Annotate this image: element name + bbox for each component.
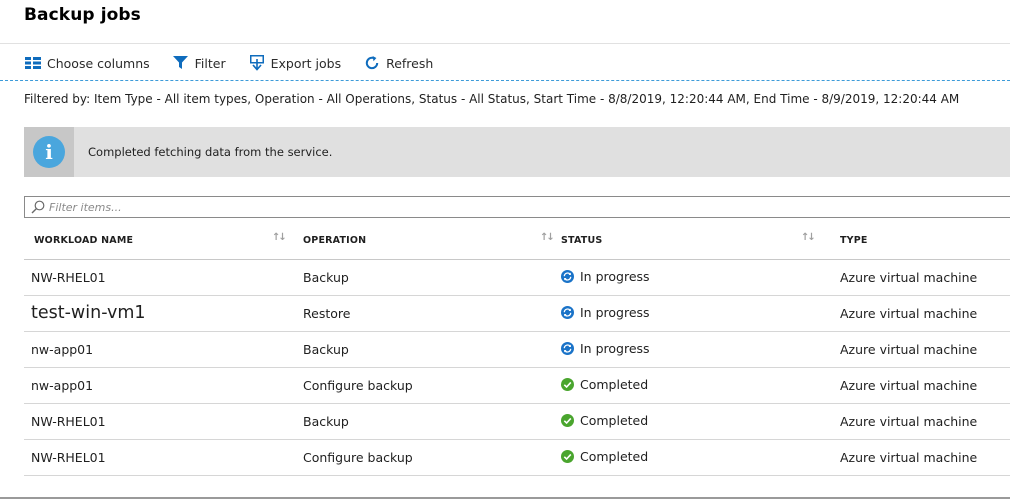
info-message: Completed fetching data from the service…	[88, 145, 333, 159]
export-icon	[248, 54, 266, 72]
table-row[interactable]: nw-app01 Configure backup Completed Azur…	[24, 367, 1010, 404]
operation-cell: Configure backup	[293, 367, 561, 404]
completed-check-icon	[561, 413, 574, 427]
table-row[interactable]: NW-RHEL01 Configure backup Completed Azu…	[24, 439, 1010, 476]
status-cell: Completed	[561, 403, 830, 440]
workload-name-cell: NW-RHEL01	[24, 439, 293, 476]
status-text: In progress	[580, 268, 650, 284]
sort-icon[interactable]: ↑↓	[272, 232, 287, 243]
search-icon	[31, 200, 45, 214]
workload-name-cell: nw-app01	[24, 367, 293, 404]
export-jobs-label: Export jobs	[270, 55, 342, 71]
status-cell: Completed	[561, 367, 830, 404]
filter-items-box[interactable]	[24, 196, 1010, 218]
table-row[interactable]: test-win-vm1 Restore In progress Azure v…	[24, 295, 1010, 332]
workload-name-cell: NW-RHEL01	[24, 259, 293, 296]
choose-columns-label: Choose columns	[47, 55, 150, 71]
toolbar-divider	[0, 80, 1010, 81]
column-header-status[interactable]: STATUS ↑↓	[561, 223, 830, 260]
info-icon-box: i	[24, 127, 74, 177]
sort-icon[interactable]: ↑↓	[801, 232, 816, 243]
filter-button[interactable]: Filter	[172, 54, 226, 72]
operation-cell: Restore	[293, 295, 561, 332]
status-cell: In progress	[561, 259, 830, 296]
in-progress-icon	[561, 269, 574, 283]
choose-columns-button[interactable]: Choose columns	[24, 54, 150, 72]
status-text: In progress	[580, 304, 650, 320]
table-row[interactable]: NW-RHEL01 Backup Completed Azure virtual…	[24, 403, 1010, 440]
backup-jobs-table: WORKLOAD NAME ↑↓ OPERATION ↑↓ STATUS ↑↓ …	[24, 223, 1010, 476]
filter-summary: Filtered by: Item Type - All item types,…	[24, 92, 960, 106]
completed-check-icon	[561, 377, 574, 391]
toolbar: Choose columns Filter Export jobs Refres…	[24, 53, 455, 73]
refresh-icon	[363, 54, 381, 72]
type-cell: Azure virtual machine	[830, 439, 1010, 476]
workload-name-cell: nw-app01	[24, 331, 293, 368]
status-cell: Completed	[561, 439, 830, 476]
type-cell: Azure virtual machine	[830, 403, 1010, 440]
status-text: In progress	[580, 340, 650, 356]
type-cell: Azure virtual machine	[830, 259, 1010, 296]
refresh-button[interactable]: Refresh	[363, 54, 433, 72]
operation-cell: Backup	[293, 259, 561, 296]
status-cell: In progress	[561, 295, 830, 332]
status-cell: In progress	[561, 331, 830, 368]
filter-label: Filter	[194, 55, 226, 71]
refresh-label: Refresh	[386, 55, 434, 71]
table-row[interactable]: NW-RHEL01 Backup In progress Azure virtu…	[24, 259, 1010, 296]
type-cell: Azure virtual machine	[830, 331, 1010, 368]
sort-icon[interactable]: ↑↓	[540, 232, 555, 243]
columns-icon	[24, 54, 42, 72]
column-header-workload-name[interactable]: WORKLOAD NAME ↑↓	[24, 223, 293, 260]
type-cell: Azure virtual machine	[830, 367, 1010, 404]
funnel-icon	[172, 54, 190, 72]
status-text: Completed	[580, 412, 649, 428]
table-row[interactable]: nw-app01 Backup In progress Azure virtua…	[24, 331, 1010, 368]
workload-name-cell: NW-RHEL01	[24, 403, 293, 440]
status-text: Completed	[580, 448, 649, 464]
in-progress-icon	[561, 305, 574, 319]
operation-cell: Backup	[293, 331, 561, 368]
status-text: Completed	[580, 376, 649, 392]
filter-items-input[interactable]	[49, 200, 949, 214]
info-icon: i	[33, 136, 65, 168]
column-header-type[interactable]: TYPE	[830, 223, 1010, 260]
bottom-divider	[0, 497, 1010, 499]
operation-cell: Backup	[293, 403, 561, 440]
page-title: Backup jobs	[24, 5, 141, 25]
info-bar: i Completed fetching data from the servi…	[24, 127, 1010, 177]
operation-cell: Configure backup	[293, 439, 561, 476]
workload-name-cell: test-win-vm1	[24, 295, 293, 332]
type-cell: Azure virtual machine	[830, 295, 1010, 332]
export-jobs-button[interactable]: Export jobs	[248, 54, 341, 72]
table-header-row: WORKLOAD NAME ↑↓ OPERATION ↑↓ STATUS ↑↓ …	[24, 223, 1010, 260]
column-header-operation[interactable]: OPERATION ↑↓	[293, 223, 561, 260]
in-progress-icon	[561, 341, 574, 355]
completed-check-icon	[561, 449, 574, 463]
title-divider	[0, 43, 1010, 44]
